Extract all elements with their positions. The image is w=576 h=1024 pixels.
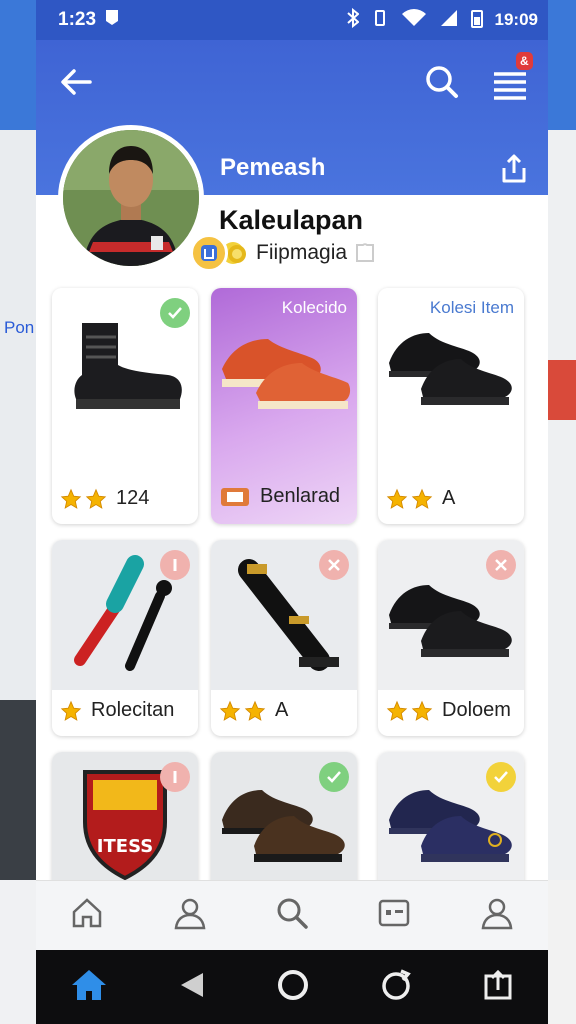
home-nav-button[interactable]	[70, 967, 108, 1008]
background-app-right	[548, 0, 576, 1024]
star-icon	[386, 700, 408, 721]
system-nav-bar	[36, 950, 548, 1024]
account-icon	[481, 898, 513, 930]
search-icon	[277, 898, 308, 929]
verified-badge-icon	[190, 234, 228, 272]
item-card[interactable]	[378, 752, 524, 892]
circle-icon	[277, 969, 308, 1000]
item-card[interactable]: ITESS	[52, 752, 198, 892]
wifi-icon	[401, 8, 427, 33]
home-icon	[72, 969, 107, 1000]
item-footer: Benlarad	[219, 482, 340, 510]
item-footer: Rolecitan	[60, 699, 174, 722]
profile-subtitle: Fiipmagia	[256, 241, 348, 264]
item-footer: A	[219, 699, 288, 722]
background-app-left	[0, 0, 36, 1024]
check-badge-icon[interactable]	[319, 762, 349, 792]
star-icon	[60, 488, 82, 509]
profile-tab[interactable]	[173, 896, 207, 935]
item-footer: 124	[60, 487, 149, 510]
background-text: Pon	[4, 318, 35, 337]
item-card[interactable]: Kolecido Benlarad	[211, 288, 357, 524]
back-triangle-icon	[181, 972, 204, 997]
hamburger-menu-icon	[494, 72, 526, 100]
bluetooth-icon	[346, 7, 360, 33]
profile-icon	[174, 898, 205, 930]
search-button[interactable]	[422, 62, 462, 102]
status-time-right: 19:09	[494, 10, 538, 29]
upload-icon	[484, 969, 512, 999]
close-badge-icon[interactable]	[319, 550, 349, 580]
star-icon	[85, 488, 107, 509]
search-icon	[426, 66, 458, 98]
item-label: 124	[116, 487, 150, 509]
account-tab[interactable]	[480, 896, 514, 935]
menu-badge: &	[516, 52, 533, 70]
menu-button[interactable]	[490, 64, 530, 104]
star-icon	[411, 488, 433, 509]
item-label: Benlarad	[260, 484, 341, 507]
star-icon	[60, 700, 82, 721]
item-card[interactable]: Kolesi Item A	[378, 288, 524, 524]
star-icon	[219, 700, 241, 721]
search-tab[interactable]	[275, 896, 309, 935]
status-time-left: 1:23	[58, 9, 97, 30]
signal-icon	[439, 8, 459, 33]
profile-name: Kaleulapan	[219, 205, 364, 235]
check-badge-icon[interactable]	[160, 298, 190, 328]
item-card[interactable]: 124	[52, 288, 198, 524]
star-icon	[386, 488, 408, 509]
back-button[interactable]	[56, 62, 96, 102]
info-badge-icon[interactable]	[160, 550, 190, 580]
app-window: 1:23 19:09 & Pemeash Kaleulapan Fiipmagi…	[36, 0, 548, 1024]
battery-icon	[470, 8, 483, 33]
item-card[interactable]: Rolecitan	[52, 540, 198, 736]
shield-label: ITESS	[97, 836, 153, 857]
home-tab[interactable]	[70, 896, 104, 935]
vibrate-icon	[371, 9, 389, 32]
home-circle-button[interactable]	[276, 968, 310, 1007]
item-caption: Kolecido	[281, 298, 347, 317]
share-nav-button[interactable]	[482, 968, 514, 1007]
back-nav-button[interactable]	[177, 970, 207, 1005]
bottom-nav	[36, 880, 548, 950]
item-footer: A	[386, 487, 455, 510]
info-badge-icon[interactable]	[160, 762, 190, 792]
puzzle-icon	[356, 243, 375, 262]
item-label: A	[442, 487, 456, 509]
item-card[interactable]: A	[211, 540, 357, 736]
header-title: Pemeash	[220, 154, 326, 181]
status-bar: 1:23 19:09	[36, 0, 548, 40]
arrow-left-icon	[61, 69, 92, 95]
share-icon	[502, 154, 526, 183]
recent-nav-button[interactable]	[379, 968, 413, 1007]
item-label: A	[275, 699, 289, 721]
profile-subtitle-row: Fiipmagia	[220, 240, 377, 266]
close-badge-icon[interactable]	[486, 550, 516, 580]
star-icon	[244, 700, 266, 721]
item-caption: Kolesi Item	[429, 298, 514, 317]
item-label: Rolecitan	[91, 699, 175, 721]
badge-icon	[379, 899, 410, 927]
check-badge-icon[interactable]	[486, 762, 516, 792]
player-portrait	[63, 130, 199, 266]
item-card[interactable]: Doloem	[378, 540, 524, 736]
share-button[interactable]	[498, 152, 530, 186]
star-icon	[411, 700, 433, 721]
shoebox-icon	[221, 488, 249, 506]
item-footer: Doloem	[386, 699, 511, 722]
avatar[interactable]	[58, 125, 204, 271]
notification-icon	[104, 8, 120, 32]
rotate-icon	[382, 968, 411, 1000]
home-icon	[72, 898, 102, 928]
item-label: Doloem	[442, 699, 511, 721]
badge-tab[interactable]	[377, 896, 411, 935]
item-card[interactable]	[211, 752, 357, 892]
